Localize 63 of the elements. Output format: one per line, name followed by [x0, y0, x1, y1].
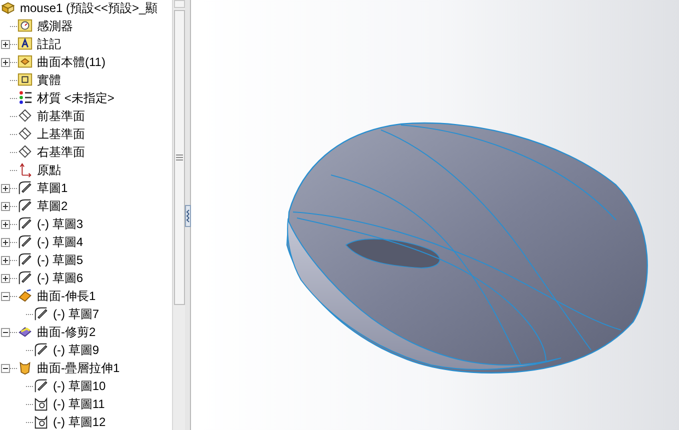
sketch-icon [33, 414, 49, 430]
collapse-icon[interactable] [1, 364, 10, 372]
gauge-folder-icon [17, 18, 33, 34]
origin-icon [17, 162, 33, 178]
expand-icon[interactable] [1, 256, 10, 264]
tree-item-label[interactable]: mouse1 (預設<<預設>_顯 [20, 0, 158, 16]
sketch-icon [33, 378, 49, 394]
tree-item-label[interactable]: 原點 [37, 162, 61, 178]
tree-item-label[interactable]: 前基準面 [37, 108, 85, 124]
tree-item-label[interactable]: 上基準面 [37, 126, 85, 142]
tree-item-label[interactable]: (-) 草圖11 [53, 396, 105, 412]
chevron-icon [186, 209, 190, 223]
sketch-icon [17, 216, 33, 232]
tree-item-label[interactable]: 曲面-修剪2 [37, 324, 96, 340]
surface-feature-icon [17, 288, 33, 304]
tree-item-label[interactable]: (-) 草圖9 [53, 342, 99, 358]
sketch-icon [33, 396, 49, 412]
tree-item-label[interactable]: (-) 草圖4 [37, 234, 83, 250]
tree-item-label[interactable]: 註記 [37, 36, 61, 52]
tree-item-label[interactable]: 曲面-疊層拉伸1 [37, 360, 120, 376]
surface-feature-icon [17, 360, 33, 376]
tree-item-label[interactable]: (-) 草圖3 [37, 216, 83, 232]
tree-item-label[interactable]: (-) 草圖6 [37, 270, 83, 286]
tree-item-label[interactable]: 曲面本體(11) [37, 54, 106, 70]
part-icon [0, 0, 16, 16]
sketch-icon [17, 234, 33, 250]
tree-item-label[interactable]: 草圖2 [37, 198, 68, 214]
letter-a-folder-icon [17, 36, 33, 52]
scroll-thumb[interactable] [174, 10, 185, 305]
scrollbar[interactable] [172, 0, 185, 430]
collapse-icon[interactable] [1, 328, 10, 336]
plane-icon [17, 108, 33, 124]
expand-icon[interactable] [1, 220, 10, 228]
sketch-icon [17, 270, 33, 286]
sketch-icon [17, 198, 33, 214]
expand-icon[interactable] [1, 202, 10, 210]
expand-icon[interactable] [1, 238, 10, 246]
collapse-handle[interactable] [185, 205, 191, 227]
expand-icon[interactable] [1, 274, 10, 282]
tree-item-label[interactable]: (-) 草圖7 [53, 306, 99, 322]
expand-icon[interactable] [1, 58, 10, 66]
collapse-icon[interactable] [1, 292, 10, 300]
tree-item-label[interactable]: (-) 草圖10 [53, 378, 106, 394]
tree-item-label[interactable]: 右基準面 [37, 144, 85, 160]
tree-item-label[interactable]: 材質 <未指定> [37, 90, 114, 106]
surface-folder-icon [17, 54, 33, 70]
tree-item-label[interactable]: 實體 [37, 72, 61, 88]
sketch-icon [17, 180, 33, 196]
expand-icon[interactable] [1, 40, 10, 48]
tree-item-label[interactable]: (-) 草圖12 [53, 414, 106, 430]
tree-item-label[interactable]: 感測器 [37, 18, 73, 34]
tree-item-label[interactable]: 曲面-伸長1 [37, 288, 96, 304]
solid-folder-icon [17, 72, 33, 88]
sketch-icon [33, 306, 49, 322]
sketch-icon [17, 252, 33, 268]
grip-icon [176, 154, 183, 161]
plane-icon [17, 126, 33, 142]
tree-item-label[interactable]: (-) 草圖5 [37, 252, 83, 268]
tree-item-label[interactable]: 草圖1 [37, 180, 68, 196]
material-icon [17, 90, 33, 106]
expand-icon[interactable] [1, 184, 10, 192]
plane-icon [17, 144, 33, 160]
sketch-icon [33, 342, 49, 358]
